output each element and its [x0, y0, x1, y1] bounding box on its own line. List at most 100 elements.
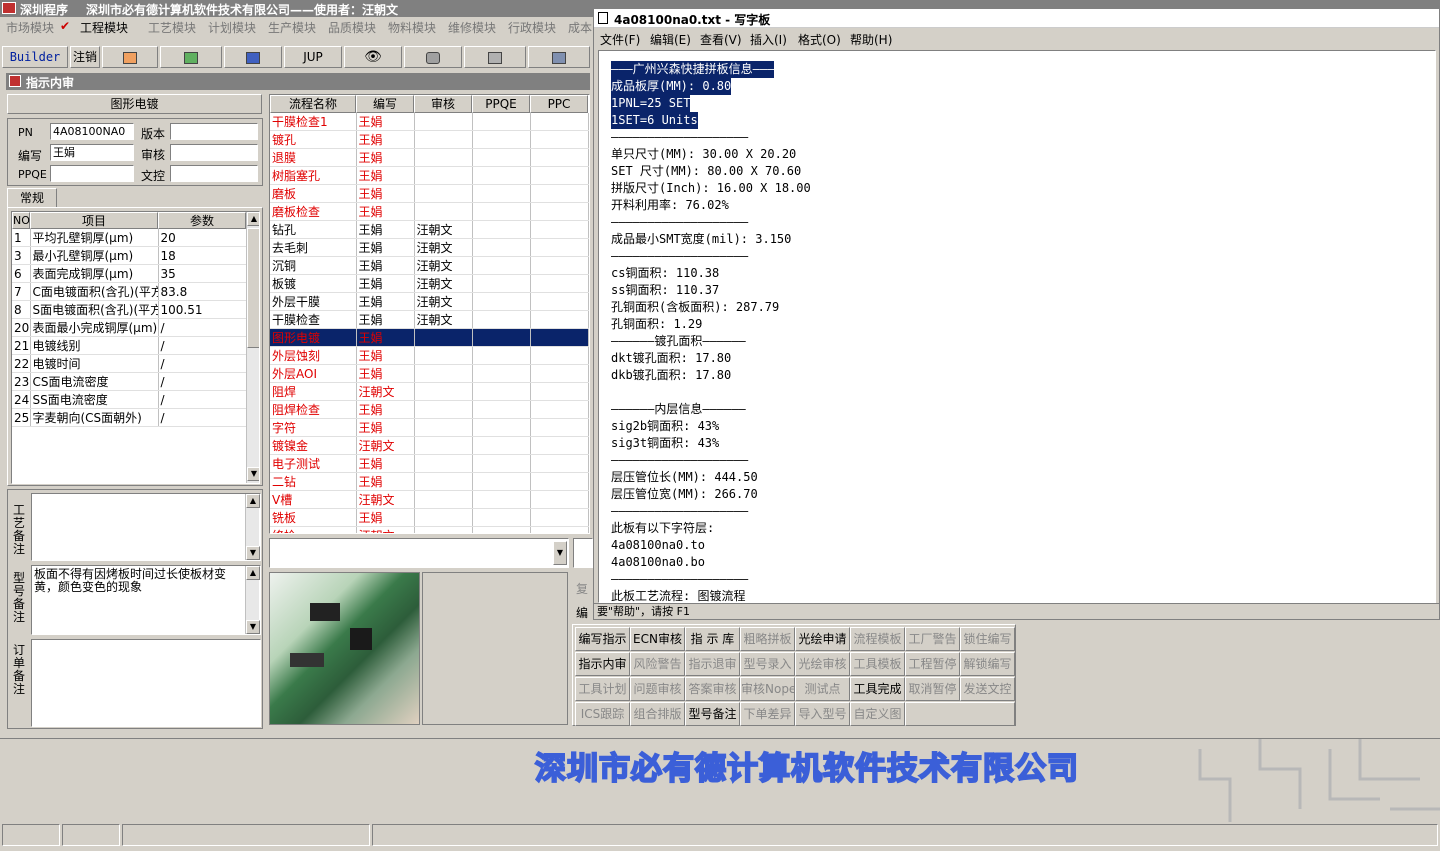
action-button-0-5[interactable]: 流程模板: [850, 627, 905, 651]
action-button-1-6[interactable]: 工程暂停: [905, 652, 960, 676]
action-button-0-6[interactable]: 工厂警告: [905, 627, 960, 651]
notepad-text-area[interactable]: ———广州兴森快捷拼板信息——— 成品板厚(MM): 0.80 1PNL=25 SE…: [598, 50, 1436, 603]
action-button-2-2[interactable]: 答案审核: [685, 677, 740, 701]
flow-row[interactable]: 镀镍金 汪朝文: [270, 436, 589, 455]
view-button[interactable]: 👁: [344, 46, 402, 68]
action-button-3-5[interactable]: 自定义图: [850, 702, 905, 726]
table-row[interactable]: 21 电镀线别 /: [12, 336, 247, 355]
notepad-menu-edit[interactable]: 编辑(E): [650, 31, 691, 48]
scroll-up-icon[interactable]: ▲: [247, 212, 259, 226]
notepad-menu-view[interactable]: 查看(V): [700, 31, 742, 48]
action-button-1-4[interactable]: 光绘审核: [795, 652, 850, 676]
word-button[interactable]: [224, 46, 282, 68]
flow-row[interactable]: 字符 王娟: [270, 418, 589, 437]
action-button-3-3[interactable]: 下单差异: [740, 702, 795, 726]
table-row[interactable]: 23 CS面电流密度 /: [12, 372, 247, 391]
action-button-3-0[interactable]: ICS跟踪: [575, 702, 630, 726]
action-button-2-5[interactable]: 工具完成: [850, 677, 905, 701]
notepad-menu-file[interactable]: 文件(F): [600, 31, 640, 48]
scroll-thumb[interactable]: [247, 228, 259, 348]
flow-row[interactable]: 干膜检查 王娟 汪朝文: [270, 310, 589, 329]
menu-item-market[interactable]: 市场模块: [6, 19, 54, 36]
param-scrollbar[interactable]: ▲ ▼: [246, 212, 259, 483]
flow-row[interactable]: 去毛刺 王娟 汪朝文: [270, 238, 589, 257]
table-row[interactable]: 20 表面最小完成铜厚(μm) /: [12, 318, 247, 337]
action-button-0-3[interactable]: 粗略拼板: [740, 627, 795, 651]
action-button-3-2[interactable]: 型号备注: [685, 702, 740, 726]
action-button-0-7[interactable]: 锁住编写: [960, 627, 1015, 651]
flow-row[interactable]: 镀孔 王娟: [270, 130, 589, 149]
flow-row[interactable]: 外层干膜 王娟 汪朝文: [270, 292, 589, 311]
table-row[interactable]: 8 S面电镀面积(含孔)(平方 100.51: [12, 300, 247, 319]
flow-combo[interactable]: ▼: [269, 538, 569, 568]
action-button-1-1[interactable]: 风险警告: [630, 652, 685, 676]
flow-row[interactable]: 干膜检查1 王娟: [270, 113, 589, 131]
flow-row[interactable]: 磨板 王娟: [270, 184, 589, 203]
flow-row[interactable]: 铣板 王娟: [270, 508, 589, 527]
flow-row[interactable]: 阻焊检查 王娟: [270, 400, 589, 419]
order-note-text[interactable]: [31, 639, 261, 727]
action-button-1-3[interactable]: 型号录入: [740, 652, 795, 676]
notepad-menu-format[interactable]: 格式(O): [798, 31, 841, 48]
scroll-down-icon[interactable]: ▼: [246, 620, 260, 634]
menu-item-cost[interactable]: 成本: [568, 19, 592, 36]
scroll-down-icon[interactable]: ▼: [246, 546, 260, 560]
action-button-2-3[interactable]: 审核Nope: [740, 677, 795, 701]
flow-row[interactable]: 树脂塞孔 王娟: [270, 166, 589, 185]
flow-row[interactable]: 电子测试 王娟: [270, 454, 589, 473]
table-row[interactable]: 24 SS面电流密度 /: [12, 390, 247, 409]
table-row[interactable]: 3 最小孔壁铜厚(μm) 18: [12, 246, 247, 265]
version-field[interactable]: [170, 123, 258, 140]
ppqe-field[interactable]: [50, 165, 134, 182]
action-button-3-1[interactable]: 组合排版: [630, 702, 685, 726]
computer-button[interactable]: [528, 46, 590, 68]
action-button-2-6[interactable]: 取消暂停: [905, 677, 960, 701]
database-button[interactable]: [404, 46, 462, 68]
flow-row[interactable]: 阻焊 汪朝文: [270, 382, 589, 401]
action-button-2-0[interactable]: 工具计划: [575, 677, 630, 701]
flow-row[interactable]: 退膜 王娟: [270, 148, 589, 167]
action-button-0-2[interactable]: 指 示 库: [685, 627, 740, 651]
menu-item-quality[interactable]: 品质模块: [328, 19, 376, 36]
scroll-up-icon[interactable]: ▲: [246, 494, 260, 508]
table-row[interactable]: 1 平均孔壁铜厚(μm) 20: [12, 229, 247, 247]
notepad-menu-insert[interactable]: 插入(I): [750, 31, 787, 48]
action-button-3-6[interactable]: [905, 702, 1015, 726]
model-note-scrollbar[interactable]: ▲ ▼: [245, 566, 260, 634]
action-button-0-4[interactable]: 光绘申请: [795, 627, 850, 651]
pn-field[interactable]: 4A08100NA0: [50, 123, 134, 140]
action-button-3-4[interactable]: 导入型号: [795, 702, 850, 726]
table-row[interactable]: 22 电镀时间 /: [12, 354, 247, 373]
flow-row[interactable]: 外层蚀刻 王娟: [270, 346, 589, 365]
editor-field[interactable]: 王娟: [50, 144, 134, 161]
flow-row[interactable]: 图形电镀 王娟: [270, 328, 589, 347]
action-button-1-2[interactable]: 指示退审: [685, 652, 740, 676]
flow-row[interactable]: 外层AOI 王娟: [270, 364, 589, 383]
action-button-1-5[interactable]: 工具模板: [850, 652, 905, 676]
scroll-down-icon[interactable]: ▼: [247, 467, 259, 481]
action-button-2-1[interactable]: 问题审核: [630, 677, 685, 701]
flow-row[interactable]: 磨板检查 王娟: [270, 202, 589, 221]
action-button-1-0[interactable]: 指示内审: [575, 652, 630, 676]
scroll-up-icon[interactable]: ▲: [246, 566, 260, 580]
flow-row[interactable]: 钻孔 王娟 汪朝文: [270, 220, 589, 239]
menu-item-admin[interactable]: 行政模块: [508, 19, 556, 36]
menu-item-material[interactable]: 物料模块: [388, 19, 436, 36]
tab-normal[interactable]: 常规: [7, 188, 57, 208]
review-field[interactable]: [170, 144, 258, 161]
menu-item-engineering[interactable]: 工程模块: [80, 19, 128, 36]
doc-control-field[interactable]: [170, 165, 258, 182]
action-button-0-0[interactable]: 编写指示: [575, 627, 630, 651]
flow-row[interactable]: 沉铜 王娟 汪朝文: [270, 256, 589, 275]
flow-row[interactable]: V槽 汪朝文: [270, 490, 589, 509]
model-note-text[interactable]: 板面不得有因烤板时间过长使板材变黄，颜色变色的现象: [31, 565, 261, 635]
process-note-text[interactable]: [31, 493, 261, 561]
logout-button[interactable]: 注销: [70, 46, 100, 68]
flow-row[interactable]: 终检汪朝文: [270, 526, 589, 533]
menu-item-production[interactable]: 生产模块: [268, 19, 316, 36]
flow-row[interactable]: 二钻 王娟: [270, 472, 589, 491]
action-button-2-7[interactable]: 发送文控: [960, 677, 1015, 701]
action-button-0-1[interactable]: ECN审核: [630, 627, 685, 651]
menu-item-process[interactable]: 工艺模块: [148, 19, 196, 36]
builder-button[interactable]: Builder: [2, 46, 68, 68]
